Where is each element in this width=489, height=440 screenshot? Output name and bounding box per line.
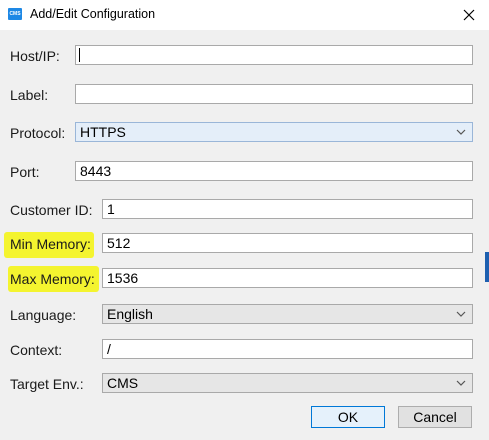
host-input[interactable] — [75, 45, 473, 65]
customer-id-input[interactable]: 1 — [102, 199, 473, 219]
protocol-value: HTTPS — [80, 124, 126, 140]
max-memory-value: 1536 — [107, 270, 139, 286]
chevron-down-icon — [456, 311, 466, 317]
cancel-button[interactable]: Cancel — [398, 406, 472, 428]
max-memory-input[interactable]: 1536 — [102, 268, 473, 288]
language-select[interactable]: English — [102, 304, 473, 324]
port-label: Port: — [10, 164, 40, 180]
port-value: 8443 — [80, 163, 112, 179]
target-env-value: CMS — [107, 375, 139, 391]
language-label: Language: — [10, 307, 77, 323]
ok-button[interactable]: OK — [311, 406, 385, 428]
language-value: English — [107, 306, 153, 322]
chevron-down-icon — [456, 129, 466, 135]
context-value: / — [107, 341, 111, 357]
port-input[interactable]: 8443 — [75, 161, 473, 181]
max-memory-label: Max Memory: — [10, 271, 95, 287]
app-icon: CMS — [8, 8, 22, 20]
customer-id-label: Customer ID: — [10, 202, 93, 218]
text-caret — [79, 48, 80, 62]
label-label: Label: — [10, 87, 49, 103]
min-memory-value: 512 — [107, 235, 131, 251]
title-bar: CMS Add/Edit Configuration — [0, 0, 489, 30]
close-button[interactable] — [452, 0, 486, 30]
label-input[interactable] — [75, 84, 473, 104]
window-edge-accent — [485, 252, 489, 282]
target-env-label: Target Env.: — [10, 376, 84, 392]
chevron-down-icon — [456, 380, 466, 386]
window-title: Add/Edit Configuration — [30, 7, 156, 21]
context-input[interactable]: / — [102, 339, 473, 359]
customer-id-value: 1 — [107, 201, 115, 217]
min-memory-input[interactable]: 512 — [102, 233, 473, 253]
min-memory-label: Min Memory: — [10, 236, 91, 252]
close-icon — [463, 9, 475, 21]
host-label: Host/IP: — [10, 48, 60, 64]
context-label: Context: — [10, 342, 63, 358]
protocol-select[interactable]: HTTPS — [75, 122, 473, 142]
target-env-select[interactable]: CMS — [102, 373, 473, 393]
protocol-label: Protocol: — [10, 125, 66, 141]
